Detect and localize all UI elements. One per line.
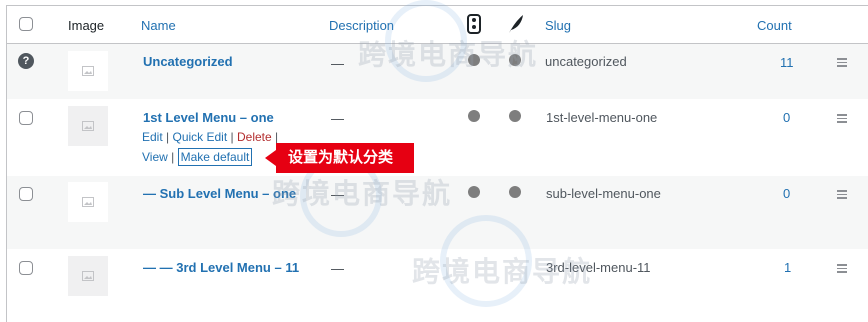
column-name[interactable]: Name [141, 18, 176, 33]
separator: | [166, 130, 170, 144]
category-slug: uncategorized [545, 54, 627, 69]
column-description[interactable]: Description [329, 18, 394, 33]
separator: | [230, 130, 234, 144]
drag-handle-icon[interactable] [837, 58, 847, 69]
category-name[interactable]: — — 3rd Level Menu – 11 [143, 260, 299, 275]
drag-handle-icon[interactable] [837, 114, 847, 125]
device-icon [467, 14, 481, 34]
quick-edit-link[interactable]: Quick Edit [173, 130, 228, 144]
row-actions-line-2: View | Make default [142, 148, 253, 166]
table-row: ? Uncategorized — uncategorized 11 [7, 44, 868, 99]
row-checkbox[interactable] [19, 261, 33, 275]
category-slug: 1st-level-menu-one [546, 110, 658, 125]
delete-link[interactable]: Delete [237, 130, 272, 144]
drag-handle-icon[interactable] [837, 264, 847, 275]
separator: | [275, 130, 279, 144]
table-row: — — 3rd Level Menu – 11 — 3rd-level-menu… [7, 249, 868, 322]
drag-handle-icon[interactable] [837, 190, 847, 201]
category-description: — [331, 111, 344, 126]
category-image [68, 106, 108, 146]
status-dot-1 [468, 54, 480, 66]
column-count[interactable]: Count [757, 18, 792, 33]
category-description: — [331, 56, 344, 71]
category-count[interactable]: 11 [780, 55, 794, 70]
separator: | [171, 150, 175, 164]
category-image [68, 256, 108, 296]
status-dot-2 [509, 186, 521, 198]
callout-label: 设置为默认分类 [276, 143, 414, 173]
row-checkbox[interactable] [19, 187, 33, 201]
select-all-checkbox[interactable] [19, 17, 33, 31]
category-count[interactable]: 0 [783, 110, 790, 125]
feather-icon [507, 14, 525, 37]
status-dot-2 [509, 110, 521, 122]
status-dot-1 [468, 186, 480, 198]
column-image: Image [68, 18, 105, 33]
category-name[interactable]: — Sub Level Menu – one [143, 186, 296, 201]
category-count[interactable]: 1 [784, 260, 791, 275]
make-default-link[interactable]: Make default [177, 148, 253, 166]
category-count[interactable]: 0 [783, 186, 790, 201]
category-name[interactable]: Uncategorized [143, 54, 233, 69]
table-row: — Sub Level Menu – one — sub-level-menu-… [7, 176, 868, 249]
view-link[interactable]: View [142, 150, 168, 164]
row-actions-line-1: Edit | Quick Edit | Delete | [142, 130, 278, 144]
table-row: 1st Level Menu – one Edit | Quick Edit |… [7, 99, 868, 176]
status-dot-2 [509, 54, 521, 66]
column-slug[interactable]: Slug [545, 18, 571, 33]
status-dot-1 [468, 110, 480, 122]
category-name[interactable]: 1st Level Menu – one [143, 110, 274, 125]
question-icon[interactable]: ? [18, 53, 34, 69]
categories-table: Image Name Description Slug Count ? Unca… [6, 5, 868, 322]
category-image [68, 51, 108, 91]
category-slug: sub-level-menu-one [546, 186, 661, 201]
category-description: — [331, 187, 344, 202]
category-image [68, 182, 108, 222]
category-slug: 3rd-level-menu-11 [546, 260, 651, 275]
row-checkbox[interactable] [19, 111, 33, 125]
table-header: Image Name Description Slug Count [7, 6, 868, 44]
callout-arrow [265, 150, 276, 166]
category-description: — [331, 261, 344, 276]
edit-link[interactable]: Edit [142, 130, 163, 144]
